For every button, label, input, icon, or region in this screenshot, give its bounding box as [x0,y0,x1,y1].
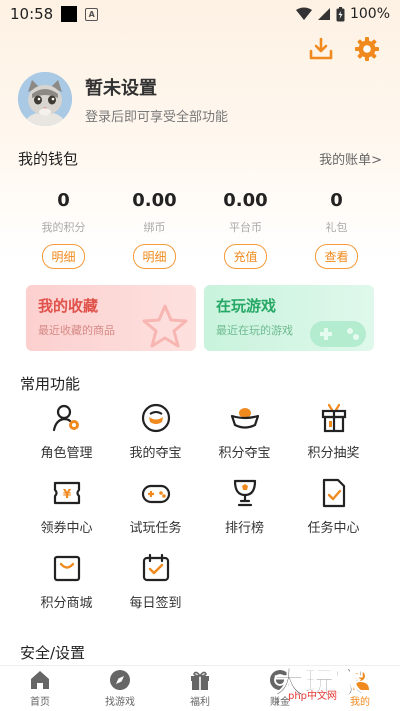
playing-games-card[interactable]: 在玩游戏 最近在玩的游戏 [204,285,374,351]
coupon-icon: ¥ [53,481,80,505]
points-treasure-item[interactable]: 积分夺宝 [200,402,289,461]
wallet-gift-packs: 0 礼包 查看 [291,190,382,269]
points-mall-item[interactable]: 积分商城 [22,552,111,611]
tab-label: 找游戏 [105,697,135,708]
user-gear-icon [52,404,79,432]
wallet-value: 0.00 [223,190,268,211]
wallet-header: 我的钱包 我的账单> [18,148,382,169]
download-icon[interactable] [308,36,334,62]
leaderboard-item[interactable]: 排行榜 [200,477,289,536]
home-icon [31,671,49,689]
wallet-label: 我的积分 [41,221,86,234]
wallet-value: 0.00 [132,190,177,211]
wallet-label: 绑币 [143,221,166,234]
quick-cards: 我的收藏 最近收藏的商品 在玩游戏 最近在玩的游戏 [26,285,374,351]
trial-task-item[interactable]: 试玩任务 [111,477,200,536]
coin-icon [270,670,290,690]
wallet-stats: 0 我的积分 明细 0.00 绑币 明细 0.00 平台币 充值 0 礼包 查看 [18,190,382,269]
trophy-icon [233,479,256,507]
function-label: 排行榜 [224,521,264,536]
shopping-bag-icon [53,555,80,582]
points-detail-button[interactable]: 明细 [42,244,85,269]
task-center-item[interactable]: 任务中心 [289,477,378,536]
function-label: 领券中心 [40,521,93,536]
safety-settings-title: 安全/设置 [20,644,86,662]
gift-icon [191,671,209,690]
nickname: 暂未设置 [85,77,157,99]
view-gift-button[interactable]: 查看 [315,244,358,269]
wallet-label: 礼包 [325,221,348,234]
wifi-icon [295,7,312,20]
tab-home[interactable]: 首页 [0,666,80,711]
common-functions-title: 常用功能 [20,375,81,393]
task-doc-icon [322,478,345,508]
treasure-icon [141,403,170,433]
function-label: 试玩任务 [129,521,182,536]
gamepad-icon [141,484,170,504]
my-treasure-item[interactable]: 我的夺宝 [111,402,200,461]
tab-find-games[interactable]: 找游戏 [80,666,160,711]
function-label: 积分抽奖 [307,446,360,461]
coupon-center-item[interactable]: ¥ 领券中心 [22,477,111,536]
wallet-platform-coins: 0.00 平台币 充值 [200,190,291,269]
function-label: 积分夺宝 [218,446,271,461]
battery-percent: 100% [349,6,390,22]
compass-icon [110,670,130,690]
tab-mine[interactable]: 我的 [320,666,400,711]
wallet-bound-coins: 0.00 绑币 明细 [109,190,200,269]
tab-earn[interactable]: 赚金 [240,666,320,711]
gift-box-icon [321,403,346,433]
gamepad-deco-icon [310,321,366,347]
wallet-title: 我的钱包 [18,150,79,168]
cat-avatar-icon [18,72,72,126]
function-label: 积分商城 [40,596,93,611]
svg-text:¥: ¥ [62,487,71,501]
status-time: 10:58 [10,5,54,23]
function-label: 角色管理 [40,446,93,461]
profile-header[interactable]: 暂未设置 登录后即可享受全部功能 [18,72,228,126]
avatar[interactable] [18,72,72,126]
recharge-button[interactable]: 充值 [224,244,267,269]
card-title: 在玩游戏 [216,297,277,315]
top-actions [308,36,380,62]
tab-label: 赚金 [270,697,290,708]
tab-label: 福利 [190,697,210,708]
bound-coins-detail-button[interactable]: 明细 [133,244,176,269]
favorites-card[interactable]: 我的收藏 最近收藏的商品 [26,285,196,351]
tab-label: 我的 [350,697,370,708]
role-management-item[interactable]: 角色管理 [22,402,111,461]
star-icon [142,304,188,348]
battery-icon [336,6,345,21]
function-label: 每日签到 [129,596,182,611]
common-functions-grid: 角色管理 我的夺宝 积分夺宝 积分抽奖 ¥ 领券中心 试玩任务 排行榜 任务中心… [22,402,378,611]
login-hint[interactable]: 登录后即可享受全部功能 [85,106,228,125]
settings-gear-icon[interactable] [354,36,380,62]
wallet-label: 平台币 [229,221,262,234]
wallet-points: 0 我的积分 明细 [18,190,109,269]
wallet-value: 0 [57,190,70,211]
notification-a-icon: A [85,7,99,21]
tab-label: 首页 [30,697,50,708]
function-label: 我的夺宝 [129,446,182,461]
bottom-tab-bar: 首页 找游戏 福利 赚金 我的 [0,665,400,711]
calendar-check-icon [142,553,169,582]
function-label: 任务中心 [307,521,360,536]
tab-welfare[interactable]: 福利 [160,666,240,711]
wallet-value: 0 [330,190,343,211]
user-icon [351,671,369,690]
status-bar: 10:58 A 100% [0,0,400,28]
signal-icon [317,8,330,20]
points-lottery-item[interactable]: 积分抽奖 [289,402,378,461]
daily-checkin-item[interactable]: 每日签到 [111,552,200,611]
my-bill-link[interactable]: 我的账单> [319,149,382,168]
ingot-icon [230,408,259,429]
notification-square-icon [61,6,78,22]
